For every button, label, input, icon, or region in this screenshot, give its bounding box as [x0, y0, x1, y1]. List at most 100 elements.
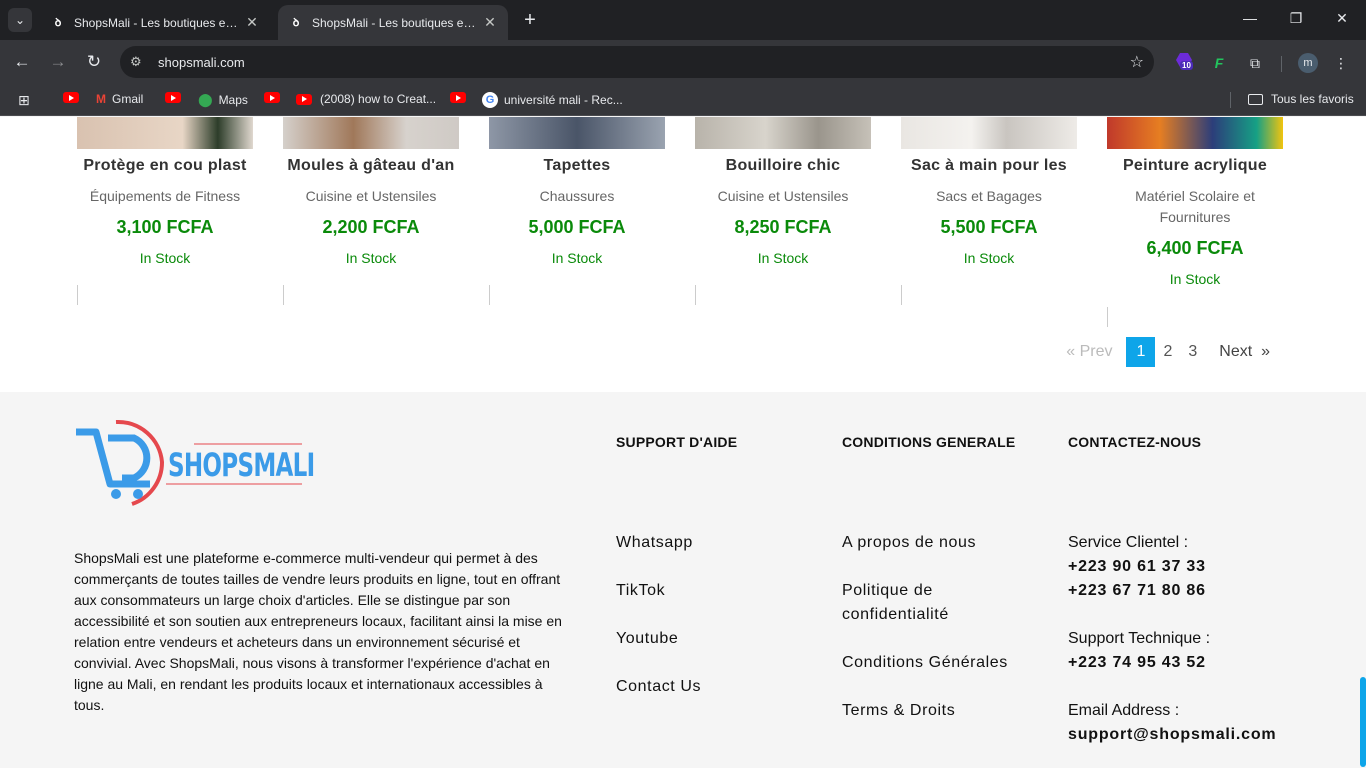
reload-button[interactable]: ↻	[84, 52, 104, 72]
address-bar[interactable]: ⚙ shopsmali.com ☆	[120, 46, 1154, 78]
restore-button[interactable]: ❐	[1286, 10, 1306, 27]
tiktok-link[interactable]: TikTok	[616, 579, 665, 603]
product-price: 5,000 FCFA	[528, 217, 626, 237]
prev-label: Prev	[1079, 343, 1113, 360]
tab-1[interactable]: ꝺ ShopsMali - Les boutiques en ligne ✕	[40, 5, 270, 40]
new-tab-button[interactable]: +	[518, 8, 542, 32]
maps-pin-icon: ⬤	[198, 92, 213, 107]
card-divider	[489, 285, 490, 305]
site-settings-icon[interactable]: ⚙	[130, 54, 152, 70]
product-image[interactable]	[1107, 117, 1283, 149]
bookmark-youtube[interactable]	[165, 92, 189, 103]
bookmark-maps[interactable]: ⬤ Maps	[198, 92, 248, 108]
close-window-button[interactable]: ✕	[1332, 10, 1352, 27]
shopsmali-favicon-icon: ꝺ	[292, 17, 300, 29]
youtube-icon	[63, 92, 79, 103]
product-name[interactable]: Tapettes	[489, 157, 665, 175]
tech-phone[interactable]: +223 74 95 43 52	[1068, 651, 1210, 675]
extensions-puzzle-icon[interactable]: ⧉	[1244, 53, 1266, 73]
terms-conditions-link[interactable]: Conditions Générales	[842, 651, 1008, 675]
service-phone-2[interactable]: +223 67 71 80 86	[1068, 579, 1206, 603]
customer-service-block: Service Clientel : +223 90 61 37 33 +223…	[1068, 531, 1206, 603]
extension-badge-icon[interactable]: 10	[1176, 53, 1198, 73]
contact-us-link[interactable]: Contact Us	[616, 675, 701, 699]
bookmark-youtube[interactable]	[264, 92, 288, 103]
shopsmali-logo[interactable]: SHOPSMALI	[74, 416, 315, 508]
whatsapp-link[interactable]: Whatsapp	[616, 531, 693, 555]
forward-button[interactable]: →	[48, 52, 68, 72]
product-image[interactable]	[77, 117, 253, 149]
all-bookmarks-button[interactable]: Tous les favoris	[1248, 92, 1354, 106]
scrollbar-thumb[interactable]	[1360, 677, 1366, 767]
product-price: 2,200 FCFA	[322, 217, 420, 237]
service-phone-1[interactable]: +223 90 61 37 33	[1068, 555, 1206, 579]
support-heading: SUPPORT D'AIDE	[616, 434, 738, 450]
close-tab-icon[interactable]: ✕	[482, 14, 498, 31]
youtube-icon	[450, 92, 466, 103]
bookmark-label: université mali - Rec...	[504, 93, 623, 107]
bookmark-label: Maps	[218, 93, 248, 107]
product-price: 3,100 FCFA	[116, 217, 214, 237]
page-2-link[interactable]: 2	[1155, 337, 1180, 367]
product-image[interactable]	[489, 117, 665, 149]
terms-rights-link[interactable]: Terms & Droits	[842, 699, 955, 723]
next-label: Next	[1219, 343, 1253, 360]
product-image[interactable]	[695, 117, 871, 149]
site-footer: SHOPSMALI ShopsMali est une plateforme e…	[0, 392, 1366, 768]
product-category: Matériel Scolaire et Fournitures	[1135, 188, 1255, 225]
apps-button[interactable]: ⊞	[18, 92, 30, 109]
bookmark-youtube[interactable]	[450, 92, 474, 103]
folder-icon	[1248, 93, 1263, 105]
product-image[interactable]	[283, 117, 459, 149]
product-name[interactable]: Sac à main pour les	[901, 157, 1077, 175]
product-name[interactable]: Bouilloire chic	[695, 157, 871, 175]
product-name[interactable]: Protège en cou plast	[77, 157, 253, 175]
product-category: Équipements de Fitness	[89, 188, 241, 204]
card-divider	[695, 285, 696, 305]
bookmark-google-search[interactable]: Guniversité mali - Rec...	[482, 92, 623, 108]
card-divider	[283, 285, 284, 305]
email-label: Email Address :	[1068, 702, 1180, 719]
bookmark-youtube-video[interactable]: (2008) how to Creat...	[296, 92, 436, 106]
tech-label: Support Technique :	[1068, 630, 1211, 647]
bookmark-youtube[interactable]	[63, 92, 87, 103]
youtube-link[interactable]: Youtube	[616, 627, 678, 651]
next-page-link[interactable]: Next »	[1211, 337, 1278, 367]
url-text[interactable]: shopsmali.com	[158, 55, 1130, 70]
youtube-icon	[264, 92, 280, 103]
bookmark-star-icon[interactable]: ☆	[1130, 52, 1144, 72]
about-us-link[interactable]: A propos de nous	[842, 531, 976, 555]
email-block: Email Address : support@shopsmali.com	[1068, 699, 1276, 747]
privacy-policy-link[interactable]: Politique de confidentialité	[842, 579, 992, 627]
page-1-link[interactable]: 1	[1126, 337, 1156, 367]
page-scrollbar[interactable]	[1360, 117, 1366, 768]
page-3-link[interactable]: 3	[1180, 337, 1205, 367]
extension-f-icon[interactable]: F	[1208, 53, 1230, 73]
stock-status: In Stock	[757, 250, 809, 266]
menu-kebab-icon[interactable]: ⋮	[1330, 53, 1352, 73]
card-divider	[77, 285, 78, 305]
pagination: « Prev 1 2 3 Next »	[1058, 337, 1278, 367]
prev-page-link[interactable]: « Prev	[1058, 337, 1120, 367]
close-tab-icon[interactable]: ✕	[244, 14, 260, 31]
product-name[interactable]: Moules à gâteau d'an	[283, 157, 459, 175]
service-label: Service Clientel :	[1068, 534, 1189, 551]
tab-search-button[interactable]: ⌄	[8, 8, 32, 32]
chevron-down-icon: ⌄	[14, 13, 26, 27]
email-link[interactable]: support@shopsmali.com	[1068, 723, 1276, 747]
product-category: Cuisine et Ustensiles	[305, 188, 437, 204]
tech-support-block: Support Technique : +223 74 95 43 52	[1068, 627, 1210, 675]
minimize-button[interactable]: —	[1240, 10, 1260, 26]
bookmark-gmail[interactable]: M Gmail	[96, 92, 143, 106]
plus-icon: +	[524, 8, 536, 31]
tab-2[interactable]: ꝺ ShopsMali - Les boutiques en ligne ✕	[278, 5, 508, 40]
browser-toolbar: ← → ↻ ⚙ shopsmali.com ☆	[0, 40, 1366, 84]
product-image[interactable]	[901, 117, 1077, 149]
shopsmali-favicon-icon: ꝺ	[54, 17, 62, 29]
product-name[interactable]: Peinture acrylique	[1107, 157, 1283, 175]
bookmarks-bar: ⊞ M Gmail ⬤ Maps (2008) how to Creat... Gu…	[0, 84, 1366, 116]
profile-avatar[interactable]: m	[1298, 53, 1318, 73]
back-button[interactable]: ←	[12, 52, 32, 72]
product-category: Sacs et Bagages	[936, 188, 1042, 204]
bookmark-label: Gmail	[112, 92, 144, 106]
